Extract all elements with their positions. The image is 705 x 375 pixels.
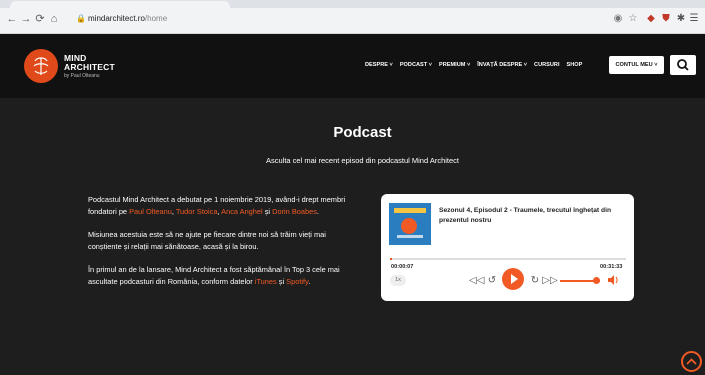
play-button[interactable] bbox=[502, 268, 524, 290]
menu-podcast[interactable]: PODCAST ˅ bbox=[400, 61, 432, 69]
menu-shop[interactable]: SHOP bbox=[567, 61, 583, 69]
episode-cover-image bbox=[389, 203, 431, 245]
profile-icon[interactable]: ☰ bbox=[688, 13, 700, 25]
time-total: 00:31:33 bbox=[600, 264, 623, 270]
browser-toolbar: ← → ⟳ ⌂ 🔒 mindarchitect.ro/home ◉ ☆ ◆ ⛊ … bbox=[0, 0, 705, 34]
volume-icon[interactable] bbox=[607, 274, 619, 286]
logo-byline: by Paul Olteanu bbox=[64, 73, 100, 79]
chevron-up-icon bbox=[686, 358, 697, 365]
lock-icon: 🔒 bbox=[76, 14, 86, 23]
reload-icon[interactable]: ⟳ bbox=[34, 13, 46, 25]
menu-invata-despre[interactable]: ÎNVAȚĂ DESPRE ˅ bbox=[477, 61, 527, 69]
account-button[interactable]: CONTUL MEU ˅ bbox=[609, 56, 664, 74]
url-text: mindarchitect.ro/home bbox=[88, 14, 168, 23]
back-icon[interactable]: ← bbox=[6, 13, 18, 25]
page-subtitle: Asculta cel mai recent episod din podcas… bbox=[265, 156, 459, 165]
logo-wordmark[interactable]: MIND ARCHITECT bbox=[64, 54, 115, 72]
volume-knob[interactable] bbox=[593, 277, 600, 284]
forward-icon[interactable]: → bbox=[20, 13, 32, 25]
logo-line2: ARCHITECT bbox=[64, 62, 115, 72]
rewind-15-icon[interactable]: ↺ bbox=[485, 274, 499, 288]
link-itunes[interactable]: iTunes bbox=[255, 277, 277, 286]
address-bar[interactable]: 🔒 mindarchitect.ro/home bbox=[71, 11, 601, 27]
progress-bar[interactable] bbox=[390, 258, 626, 260]
site-header: MIND ARCHITECT by Paul Olteanu DESPRE ˅ … bbox=[0, 34, 705, 98]
podcast-player: Sezonul 4, Episodul 2 - Traumele, trecut… bbox=[381, 194, 634, 301]
paragraph-top3: În primul an de la lansare, Mind Archite… bbox=[88, 265, 340, 286]
scroll-to-top-button[interactable] bbox=[681, 351, 702, 372]
active-tab[interactable] bbox=[10, 1, 230, 8]
episode-title: Sezonul 4, Episodul 2 - Traumele, trecut… bbox=[439, 207, 612, 224]
play-icon bbox=[511, 274, 518, 284]
link-dorin-boabes[interactable]: Dorin Boabes bbox=[272, 207, 317, 216]
menu-premium[interactable]: PREMIUM ˅ bbox=[439, 61, 470, 69]
link-anca-anghel[interactable]: Anca Anghel bbox=[221, 207, 263, 216]
page-title: Podcast bbox=[333, 124, 392, 141]
skip-back-icon[interactable]: ◁◁ bbox=[469, 274, 484, 288]
home-icon[interactable]: ⌂ bbox=[48, 13, 60, 25]
paragraph-mission: Misiunea acestuia este să ne ajute pe fi… bbox=[88, 230, 326, 251]
main-menu: DESPRE ˅ PODCAST ˅ PREMIUM ˅ ÎNVAȚĂ DESP… bbox=[365, 61, 582, 69]
search-icon bbox=[677, 59, 689, 71]
page-content: MIND ARCHITECT by Paul Olteanu DESPRE ˅ … bbox=[0, 34, 705, 372]
progress-fill bbox=[390, 258, 392, 260]
eye-icon[interactable]: ◉ bbox=[612, 13, 624, 25]
search-button[interactable] bbox=[670, 55, 696, 75]
logo-brain-icon[interactable] bbox=[24, 49, 58, 83]
speed-button[interactable]: 1x bbox=[390, 275, 406, 286]
shield-icon[interactable]: ⛊ bbox=[660, 13, 672, 25]
link-tudor-stoica[interactable]: Tudor Stoica bbox=[176, 207, 218, 216]
forward-15-icon[interactable]: ↻ bbox=[528, 274, 542, 288]
podcast-description: Podcastul Mind Architect a debutat pe 1 … bbox=[88, 194, 350, 299]
skip-forward-icon[interactable]: ▷▷ bbox=[542, 274, 558, 288]
extension-icon[interactable]: ◆ bbox=[645, 13, 657, 25]
link-spotify[interactable]: Spotify bbox=[286, 277, 308, 286]
paragraph-intro: Podcastul Mind Architect a debutat pe 1 … bbox=[88, 195, 346, 216]
menu-cursuri[interactable]: CURSURI bbox=[534, 61, 559, 69]
puzzle-icon[interactable]: ✱ bbox=[675, 13, 687, 25]
tab-strip bbox=[0, 0, 705, 8]
star-icon[interactable]: ☆ bbox=[627, 13, 639, 25]
time-elapsed: 00:00:07 bbox=[391, 264, 414, 270]
menu-despre[interactable]: DESPRE ˅ bbox=[365, 61, 393, 69]
link-paul-olteanu[interactable]: Paul Olteanu bbox=[129, 207, 172, 216]
